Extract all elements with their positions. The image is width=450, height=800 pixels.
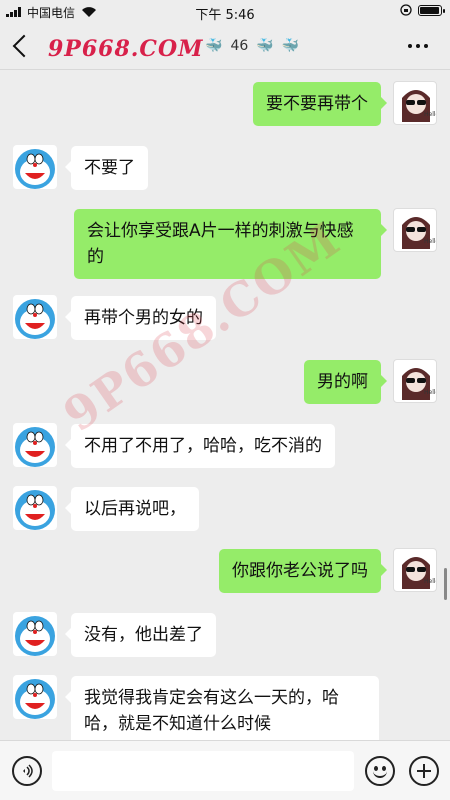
contact-name: 🐳 46 🐳 🐳 (205, 38, 299, 54)
doraemon-avatar[interactable] (13, 145, 57, 189)
message-bubble-self[interactable]: 会让你享受跟A片一样的刺激与快感的 (74, 209, 387, 279)
message-bubble-other[interactable]: 我觉得我肯定会有这么一天的，哈哈，就是不知道什么时候 (65, 676, 379, 740)
rotation-lock-icon (400, 4, 412, 16)
voice-icon[interactable] (12, 756, 42, 786)
svg-text:Hello: Hello (424, 389, 437, 396)
plus-icon[interactable] (409, 756, 439, 786)
svg-text:Hello: Hello (424, 111, 437, 118)
doraemon-avatar[interactable] (13, 295, 57, 339)
whale-icon: 🐳 (281, 38, 300, 54)
nav-watermark: 9P668.COM (48, 36, 204, 62)
sunglasses-girl-avatar[interactable]: Hello (393, 208, 437, 252)
sunglasses-girl-avatar[interactable]: Hello (393, 359, 437, 403)
message-bubble-other[interactable]: 以后再说吧， (65, 487, 199, 531)
whale-icon: 🐳 (205, 38, 223, 54)
nav-bar: 9P668.COM 🐳 46 🐳 🐳 (0, 24, 450, 70)
message-bubble-self[interactable]: 要不要再带个 (253, 82, 387, 126)
input-bar (0, 740, 450, 800)
whale-icon: 🐳 (256, 38, 274, 54)
more-icon[interactable] (408, 44, 428, 48)
sunglasses-girl-avatar[interactable]: Hello (393, 548, 437, 592)
doraemon-avatar[interactable] (13, 612, 57, 656)
message-bubble-other[interactable]: 再带个男的女的 (65, 296, 216, 340)
status-right (400, 4, 445, 16)
chat-area[interactable]: Hello 要不要再带个 不要了 Hello 会让你享受跟A片一样的刺激与快感的… (0, 71, 450, 740)
sunglasses-girl-avatar[interactable]: Hello (393, 81, 437, 125)
message-bubble-self[interactable]: 男的啊 (304, 360, 387, 404)
doraemon-avatar[interactable] (13, 675, 57, 719)
battery-icon (418, 4, 445, 16)
contact-name-number: 46 (230, 38, 249, 54)
back-icon[interactable] (12, 34, 36, 58)
status-bar: 中国电信 下午 5:46 (0, 0, 450, 24)
status-time: 下午 5:46 (195, 8, 255, 23)
doraemon-avatar[interactable] (13, 486, 57, 530)
message-bubble-other[interactable]: 没有，他出差了 (65, 613, 216, 657)
scrollbar[interactable] (444, 568, 447, 600)
message-input[interactable] (52, 751, 354, 791)
emoji-icon[interactable] (365, 756, 395, 786)
svg-text:Hello: Hello (424, 578, 437, 585)
svg-text:Hello: Hello (424, 238, 437, 245)
message-bubble-other[interactable]: 不要了 (65, 146, 148, 190)
message-bubble-self[interactable]: 你跟你老公说了吗 (219, 549, 387, 593)
message-bubble-other[interactable]: 不用了不用了，哈哈，吃不消的 (65, 424, 335, 468)
doraemon-avatar[interactable] (13, 423, 57, 467)
